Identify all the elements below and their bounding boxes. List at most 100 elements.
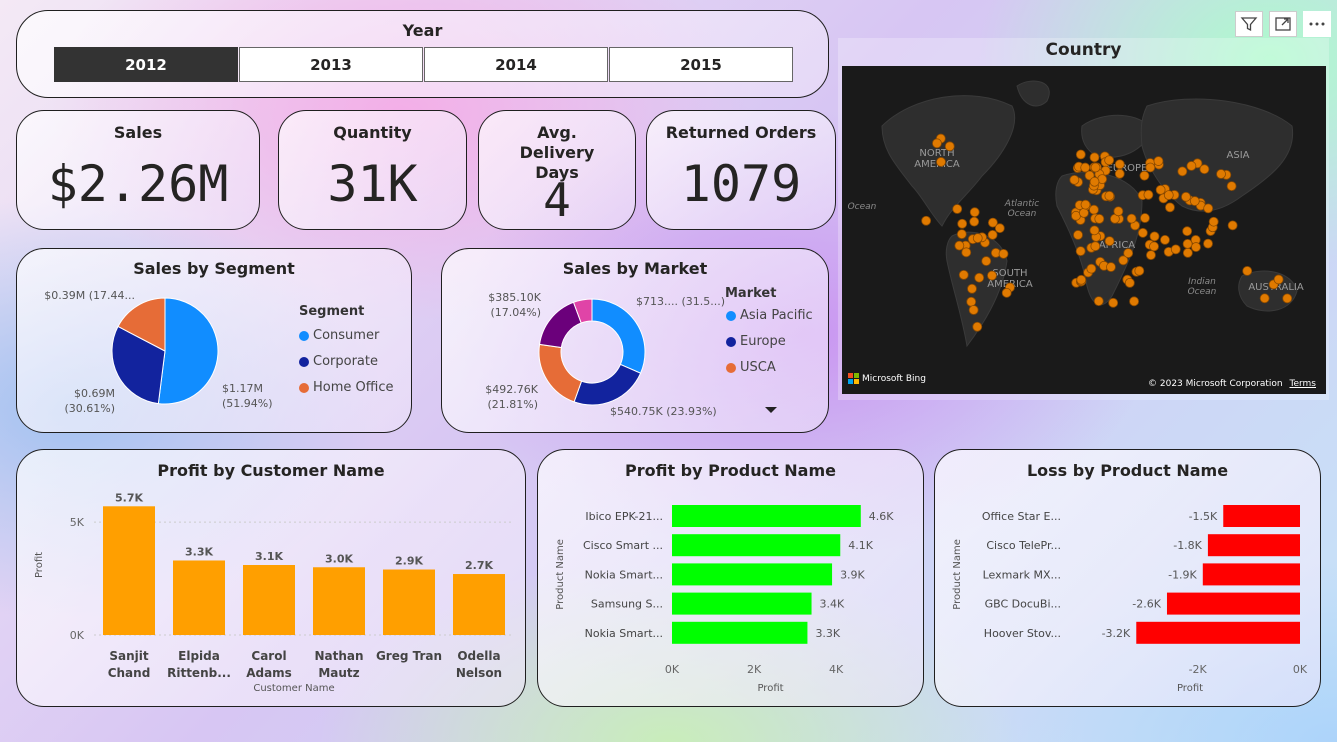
market-slice[interactable] — [538, 343, 583, 403]
map-location-dot[interactable] — [932, 138, 942, 149]
market-slice[interactable] — [538, 301, 582, 349]
year-option-2012[interactable]: 2012 — [54, 47, 238, 82]
year-option-2014[interactable]: 2014 — [424, 47, 608, 82]
map-location-dot[interactable] — [1124, 277, 1135, 288]
map-location-dot[interactable] — [1069, 174, 1080, 185]
map-location-dot[interactable] — [1226, 181, 1237, 192]
map-location-dot[interactable] — [1076, 274, 1087, 285]
customer-bar[interactable] — [453, 574, 505, 635]
product-bar[interactable] — [672, 534, 841, 557]
loss-bar[interactable] — [1166, 592, 1300, 615]
map-location-dot[interactable] — [1259, 293, 1270, 304]
map-location-dot[interactable] — [1075, 246, 1086, 257]
loss-bar[interactable] — [1223, 505, 1300, 527]
map-location-dot[interactable] — [987, 270, 997, 281]
map-location-dot[interactable] — [1001, 287, 1012, 298]
loss-bar[interactable] — [1136, 621, 1300, 644]
map-location-dot[interactable] — [961, 247, 972, 258]
map-location-dot[interactable] — [1075, 149, 1086, 160]
map-location-dot[interactable] — [998, 248, 1009, 259]
legend-more-arrow-icon[interactable] — [765, 407, 777, 413]
map-location-dot[interactable] — [1104, 236, 1115, 247]
map-location-dot[interactable] — [981, 256, 992, 266]
product-bar[interactable] — [672, 563, 833, 586]
map-location-dot[interactable] — [956, 229, 967, 240]
map-location-dot[interactable] — [1153, 156, 1164, 166]
map-location-dot[interactable] — [1170, 244, 1181, 255]
map-location-dot[interactable] — [1086, 263, 1097, 274]
map-location-dot[interactable] — [967, 283, 977, 294]
map-location-dot[interactable] — [1129, 296, 1139, 307]
map-location-dot[interactable] — [944, 141, 955, 152]
market-legend-item[interactable]: Asia Pacific — [726, 308, 813, 323]
segment-slice[interactable] — [157, 297, 219, 405]
map-location-dot[interactable] — [1104, 155, 1115, 166]
map-location-dot[interactable] — [1165, 202, 1175, 213]
map-location-dot[interactable] — [1094, 213, 1105, 224]
map-location-dot[interactable] — [1114, 168, 1125, 179]
segment-legend-item[interactable]: Consumer — [299, 328, 379, 343]
product-bar[interactable] — [672, 592, 812, 615]
map-location-dot[interactable] — [969, 216, 980, 227]
map-location-dot[interactable] — [1089, 152, 1100, 163]
map-location-dot[interactable] — [1089, 204, 1099, 215]
map-location-dot[interactable] — [1227, 220, 1238, 231]
map-terms-link[interactable]: Terms — [1289, 379, 1316, 389]
map-location-dot[interactable] — [968, 305, 979, 315]
market-legend-item[interactable]: USCA — [726, 360, 776, 375]
loss-bar[interactable] — [1202, 563, 1300, 586]
map-location-dot[interactable] — [1186, 161, 1197, 171]
map-location-dot[interactable] — [966, 296, 977, 307]
map-location-dot[interactable] — [1191, 242, 1201, 252]
map-location-dot[interactable] — [994, 223, 1005, 234]
map-location-dot[interactable] — [1090, 162, 1101, 173]
map-location-dot[interactable] — [1149, 231, 1160, 242]
segment-legend-item[interactable]: Corporate — [299, 354, 378, 369]
map-location-dot[interactable] — [1106, 262, 1116, 272]
map-location-dot[interactable] — [1089, 176, 1100, 187]
map-location-dot[interactable] — [1145, 162, 1156, 173]
filter-icon[interactable] — [1235, 11, 1263, 37]
segment-legend-item[interactable]: Home Office — [299, 380, 393, 395]
map-location-dot[interactable] — [974, 272, 985, 283]
map-location-dot[interactable] — [1199, 164, 1210, 175]
map-location-dot[interactable] — [972, 233, 983, 244]
product-bar[interactable] — [672, 621, 808, 644]
map-location-dot[interactable] — [936, 157, 946, 167]
map-location-dot[interactable] — [1242, 266, 1253, 276]
map-location-dot[interactable] — [1137, 227, 1148, 238]
customer-bar[interactable] — [383, 569, 435, 635]
map-location-dot[interactable] — [1139, 170, 1150, 181]
customer-bar[interactable] — [103, 506, 155, 635]
product-bar[interactable] — [672, 505, 861, 527]
loss-bar[interactable] — [1207, 534, 1300, 557]
map-location-dot[interactable] — [1104, 190, 1115, 201]
map-canvas[interactable]: NORTHAMERICASOUTHAMERICAEUROPEASIAAFRICA… — [842, 66, 1326, 394]
map-location-dot[interactable] — [1146, 250, 1156, 261]
map-location-dot[interactable] — [1073, 230, 1083, 240]
map-location-dot[interactable] — [972, 321, 983, 332]
map-location-dot[interactable] — [1273, 274, 1284, 285]
map-location-dot[interactable] — [1080, 199, 1091, 210]
customer-bar[interactable] — [313, 567, 365, 635]
map-location-dot[interactable] — [1149, 241, 1159, 252]
map-location-dot[interactable] — [1160, 235, 1170, 245]
year-option-2015[interactable]: 2015 — [609, 47, 793, 82]
map-location-dot[interactable] — [1155, 184, 1166, 195]
map-location-dot[interactable] — [1177, 166, 1188, 177]
map-location-dot[interactable] — [1134, 265, 1145, 276]
map-location-dot[interactable] — [952, 204, 963, 214]
map-location-dot[interactable] — [1089, 225, 1100, 236]
map-location-dot[interactable] — [957, 218, 968, 229]
customer-bar[interactable] — [243, 565, 295, 635]
map-location-dot[interactable] — [1182, 247, 1193, 258]
customer-bar[interactable] — [173, 560, 225, 635]
map-location-dot[interactable] — [1203, 203, 1214, 214]
market-slice[interactable] — [573, 363, 642, 406]
focus-mode-icon[interactable] — [1269, 11, 1297, 37]
map-location-dot[interactable] — [1114, 159, 1125, 170]
map-location-dot[interactable] — [1079, 207, 1089, 218]
map-location-dot[interactable] — [954, 240, 965, 251]
map-location-dot[interactable] — [1182, 238, 1193, 249]
map-location-dot[interactable] — [1282, 293, 1293, 304]
